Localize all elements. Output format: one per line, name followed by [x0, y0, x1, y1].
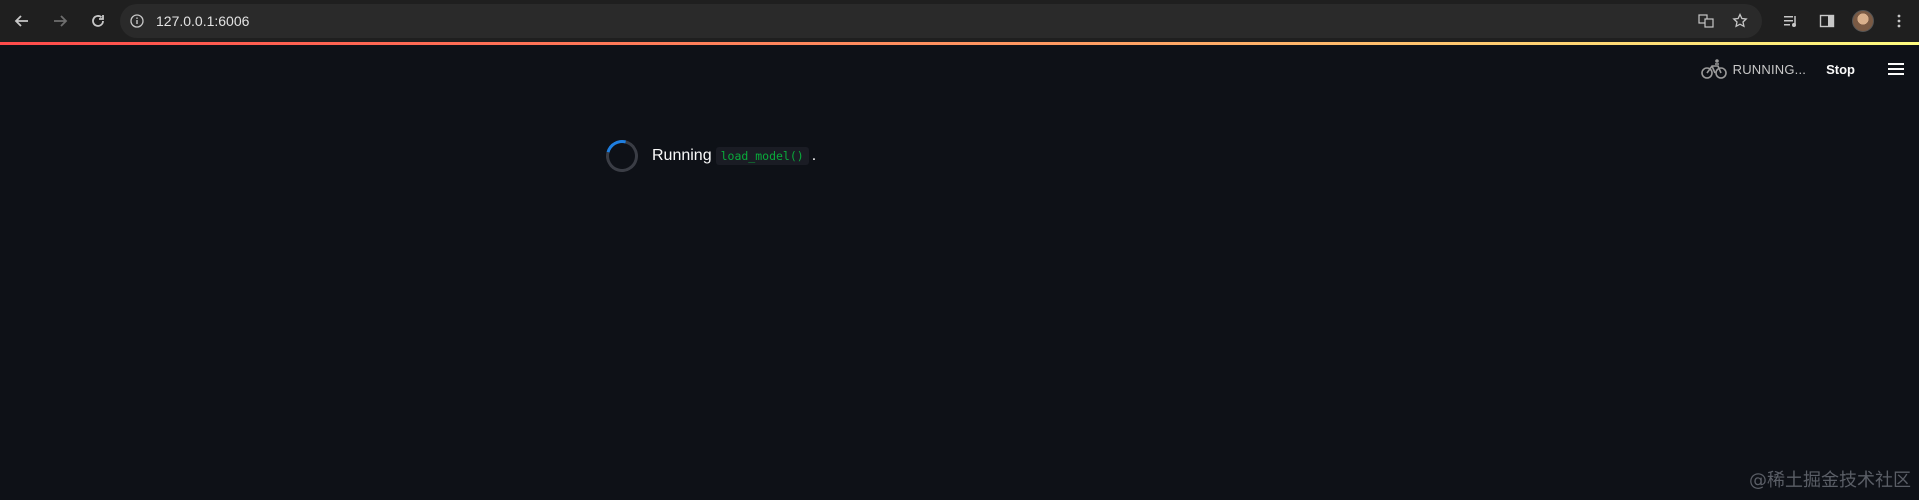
arrow-right-icon — [54, 15, 68, 27]
address-bar[interactable]: 127.0.0.1:6006 — [120, 4, 1762, 38]
url-text[interactable]: 127.0.0.1:6006 — [156, 13, 249, 29]
side-panel-icon[interactable] — [1813, 7, 1841, 35]
media-controls-icon[interactable] — [1777, 7, 1805, 35]
arrow-left-icon — [14, 15, 28, 27]
translate-icon[interactable] — [1694, 9, 1718, 33]
loading-spinner-icon — [600, 134, 644, 178]
bookmark-star-icon[interactable] — [1728, 9, 1752, 33]
back-button[interactable] — [4, 3, 40, 39]
running-label: Running — [652, 147, 712, 164]
status-period: . — [811, 147, 817, 164]
forward-button[interactable] — [42, 3, 78, 39]
browser-menu-icon[interactable] — [1885, 7, 1913, 35]
bicycle-icon — [1700, 59, 1727, 79]
profile-avatar[interactable] — [1849, 7, 1877, 35]
site-info-icon[interactable] — [120, 4, 154, 38]
app-header: RUNNING... Stop — [1659, 45, 1919, 93]
browser-toolbar: 127.0.0.1:6006 — [0, 0, 1919, 42]
stop-button[interactable]: Stop — [1826, 62, 1855, 77]
hamburger-menu-icon[interactable] — [1885, 58, 1907, 80]
function-name-code: load_model() — [715, 147, 809, 165]
reload-icon — [92, 15, 104, 27]
status-message: Running load_model() . — [600, 134, 817, 178]
watermark: @稀土掘金技术社区 — [1749, 470, 1911, 491]
app-decoration-stripe — [0, 42, 1919, 45]
running-status: RUNNING... — [1700, 58, 1807, 80]
avatar — [1852, 10, 1874, 32]
status-text: RUNNING... — [1732, 61, 1807, 77]
reload-button[interactable] — [80, 3, 116, 39]
